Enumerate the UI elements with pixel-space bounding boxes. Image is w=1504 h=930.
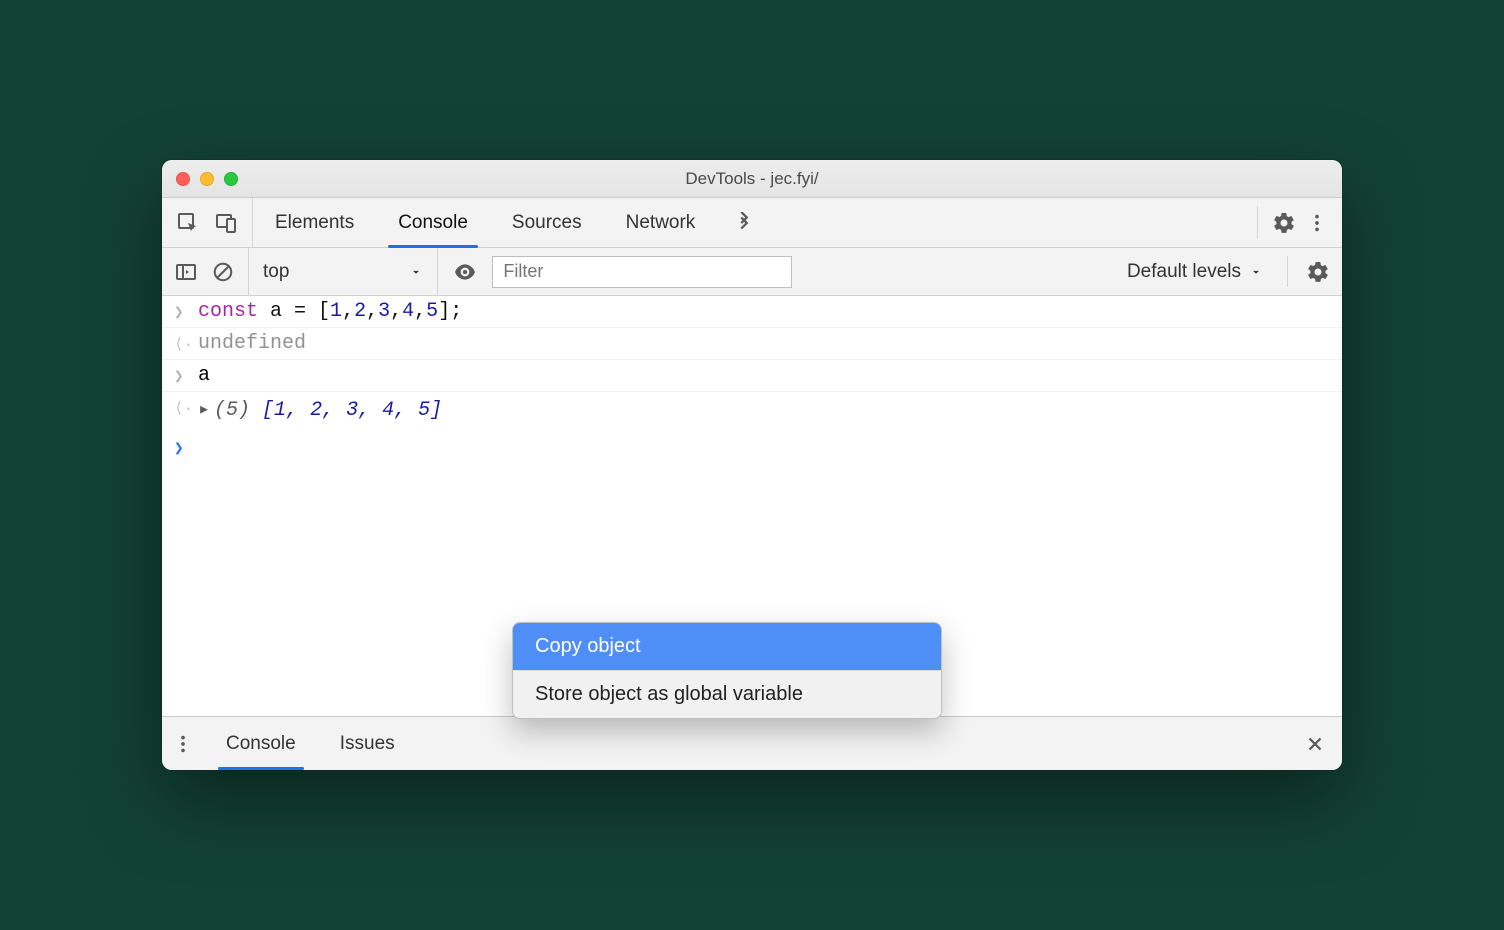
console-result-row: ⟨· ▸(5) [1, 2, 3, 4, 5] [162, 392, 1342, 426]
levels-label: Default levels [1127, 261, 1241, 283]
drawer-tabs: Console Issues [204, 717, 417, 770]
context-menu: Copy object Store object as global varia… [512, 622, 942, 719]
drawer-tab-issues[interactable]: Issues [318, 717, 417, 770]
drawer-close-icon[interactable] [1288, 717, 1342, 770]
main-toolbar: Elements Console Sources Network [162, 198, 1342, 248]
devtools-window: DevTools - jec.fyi/ Elements Console Sou… [162, 160, 1342, 770]
drawer-menu-icon[interactable] [162, 717, 204, 770]
console-input-row: ❯ a [162, 360, 1342, 392]
output-chevron-icon: ⟨· [174, 396, 198, 418]
execution-context-selector[interactable]: top [248, 248, 438, 295]
console-sidebar-toggle-icon[interactable] [174, 260, 198, 284]
tab-elements[interactable]: Elements [253, 198, 376, 247]
filter-input[interactable] [492, 256, 792, 288]
panel-tabs: Elements Console Sources Network [253, 198, 717, 247]
console-result-row: ⟨· undefined [162, 328, 1342, 360]
input-chevron-icon: ❯ [174, 364, 198, 386]
console-code[interactable]: const a = [1,2,3,4,5]; [198, 300, 1330, 323]
drawer: Console Issues [162, 716, 1342, 770]
tab-network[interactable]: Network [604, 198, 718, 247]
log-levels-selector[interactable]: Default levels [1127, 261, 1269, 283]
console-output: ❯ const a = [1,2,3,4,5]; ⟨· undefined ❯ … [162, 296, 1342, 716]
context-label: top [263, 261, 289, 283]
chevron-down-icon [409, 265, 423, 279]
clear-console-icon[interactable] [212, 261, 234, 283]
chevron-down-icon [1249, 265, 1263, 279]
tab-sources[interactable]: Sources [490, 198, 604, 247]
console-prompt-row[interactable]: ❯ [162, 426, 1342, 462]
expand-triangle-icon[interactable]: ▸ [198, 396, 214, 422]
more-tabs-button[interactable] [717, 198, 771, 247]
window-titlebar: DevTools - jec.fyi/ [162, 160, 1342, 198]
input-chevron-icon: ❯ [174, 300, 198, 322]
console-toolbar: top Default levels [162, 248, 1342, 296]
inspect-element-icon[interactable] [176, 211, 200, 235]
console-result: undefined [198, 332, 1330, 355]
console-input-row: ❯ const a = [1,2,3,4,5]; [162, 296, 1342, 328]
console-code[interactable]: a [198, 364, 1330, 387]
output-chevron-icon: ⟨· [174, 332, 198, 354]
console-settings-icon[interactable] [1306, 260, 1330, 284]
prompt-chevron-icon: ❯ [174, 436, 198, 458]
device-toolbar-icon[interactable] [214, 211, 238, 235]
kebab-menu-icon[interactable] [1306, 212, 1328, 234]
tab-console[interactable]: Console [376, 198, 490, 247]
menu-item-copy-object[interactable]: Copy object [513, 623, 941, 670]
console-array-result[interactable]: ▸(5) [1, 2, 3, 4, 5] [198, 396, 1330, 422]
settings-icon[interactable] [1272, 211, 1296, 235]
window-title: DevTools - jec.fyi/ [162, 169, 1342, 189]
menu-item-store-global[interactable]: Store object as global variable [513, 670, 941, 718]
live-expression-icon[interactable] [452, 259, 478, 285]
drawer-tab-console[interactable]: Console [204, 717, 318, 770]
